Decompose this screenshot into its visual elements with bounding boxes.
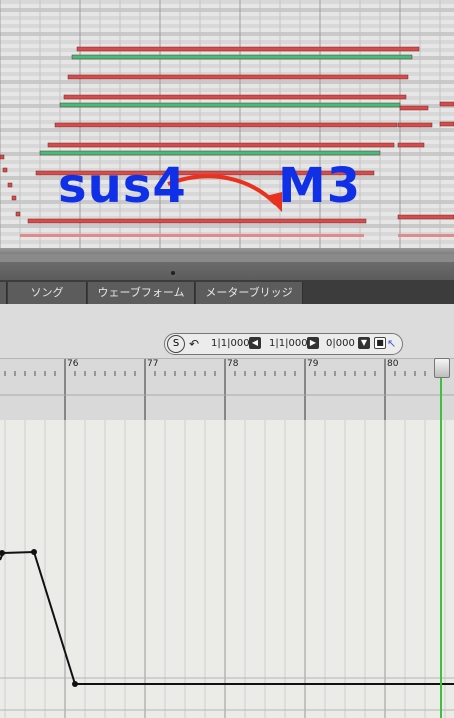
bar-label-77: 77 [147, 359, 159, 369]
annotation-sus4: sus4 [58, 158, 187, 214]
cursor-icon: ↖ [387, 337, 397, 350]
automation-curve [0, 550, 454, 685]
tab-waveform-label: ウェーブフォーム [97, 286, 185, 299]
transport-bar: S ↶ 1|1|000 ◀ 1|1|000 ▶ 0|000 ▼ ■ ↖ [164, 333, 403, 355]
piano-row [0, 224, 454, 228]
tab-waveform[interactable]: ウェーブフォーム [88, 282, 195, 304]
tab-meter-bridge-label: メーターブリッジ [205, 286, 293, 299]
midi-note [76, 46, 420, 52]
midi-note [439, 121, 454, 127]
midi-note [67, 74, 409, 80]
playhead-handle[interactable] [434, 358, 450, 378]
bar-label-78: 78 [227, 359, 239, 369]
piano-row [0, 136, 454, 140]
midi-note [20, 234, 364, 237]
tab-bar: ソング ウェーブフォーム メーターブリッジ [0, 280, 454, 304]
midi-note [71, 54, 413, 60]
midi-note [15, 211, 21, 217]
dropdown-icon[interactable]: ▼ [358, 337, 370, 349]
pane-splitter[interactable] [0, 248, 454, 280]
bar-label-80: 80 [387, 359, 399, 369]
playhead-line [440, 358, 442, 718]
splitter-bar [0, 254, 454, 262]
piano-row [0, 40, 454, 44]
piano-row [0, 32, 454, 36]
piano-row [0, 64, 454, 68]
piano-row [0, 88, 454, 92]
midi-note [27, 218, 367, 224]
midi-note [39, 150, 381, 156]
midi-note [47, 142, 395, 148]
automation-editor[interactable] [0, 420, 454, 718]
piano-row [0, 240, 454, 244]
midi-note [59, 102, 401, 108]
tab-song-label: ソング [30, 286, 64, 299]
piano-row [0, 128, 454, 132]
midi-note [439, 101, 454, 107]
piano-row [0, 8, 454, 12]
bar-label-76: 76 [67, 359, 79, 369]
loop-end-value[interactable]: 1|1|000 [269, 334, 308, 354]
midi-note [398, 234, 454, 237]
midi-note [397, 122, 433, 128]
piano-row [0, 112, 454, 116]
midi-note [0, 154, 5, 160]
automation-point [0, 550, 5, 556]
midi-note [399, 105, 429, 111]
tab-edge [0, 282, 7, 304]
midi-note [7, 182, 13, 188]
piano-row [0, 24, 454, 28]
piano-row [0, 0, 454, 4]
bar-label-79: 79 [307, 359, 319, 369]
annotation-m3: M3 [278, 158, 362, 214]
tab-meter-bridge[interactable]: メーターブリッジ [196, 282, 303, 304]
automation-point [31, 549, 37, 555]
sync-button[interactable]: S [167, 335, 185, 353]
midi-note [54, 122, 398, 128]
midi-note [63, 94, 407, 100]
midi-note [11, 195, 17, 201]
loop-icon[interactable]: ↶ [189, 334, 199, 354]
piano-row [0, 16, 454, 20]
midi-note [2, 167, 8, 173]
automation-lane [0, 420, 454, 718]
piano-row [0, 80, 454, 84]
set-loop-end-button[interactable]: ▶ [307, 337, 319, 349]
loop-start-value[interactable]: 1|1|000 [211, 334, 250, 354]
piano-roll[interactable]: sus4 M3 [0, 0, 454, 248]
splitter-grip-icon [171, 271, 175, 275]
set-loop-start-button[interactable]: ◀ [249, 337, 261, 349]
timeline-ruler[interactable]: 76 77 78 79 80 [0, 358, 454, 422]
midi-note [397, 214, 454, 220]
tab-song[interactable]: ソング [8, 282, 87, 304]
automation-point [72, 681, 78, 687]
sync-label: S [172, 338, 180, 349]
stop-icon[interactable]: ■ [374, 337, 386, 349]
midi-note [397, 142, 425, 148]
offset-value[interactable]: 0|000 [326, 334, 355, 354]
